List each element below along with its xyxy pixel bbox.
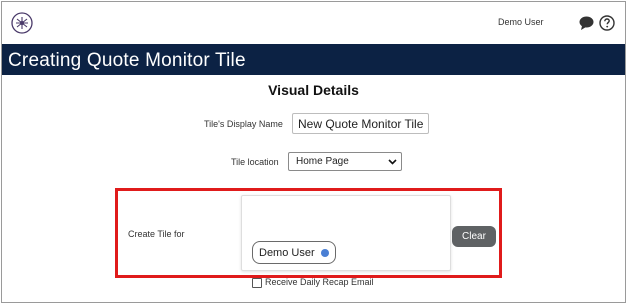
user-chip[interactable]: Demo User xyxy=(252,241,336,264)
app-logo-icon[interactable] xyxy=(11,12,33,34)
display-name-label: Tile's Display Name xyxy=(204,119,283,129)
top-header: Demo User xyxy=(2,2,625,44)
user-name[interactable]: Demo User xyxy=(498,17,544,27)
create-for-label: Create Tile for xyxy=(128,229,185,239)
location-label: Tile location xyxy=(231,157,279,167)
display-name-input[interactable] xyxy=(292,113,429,134)
section-title: Visual Details xyxy=(268,82,359,98)
chevron-down-icon xyxy=(388,159,397,165)
remove-chip-icon[interactable] xyxy=(320,248,329,257)
location-select[interactable]: Home Page xyxy=(288,152,402,171)
user-chip-label: Demo User xyxy=(259,246,315,259)
clear-button[interactable]: Clear xyxy=(452,226,496,247)
chat-bubble-icon[interactable] xyxy=(579,16,594,30)
page-title: Creating Quote Monitor Tile xyxy=(8,50,246,71)
recap-checkbox[interactable] xyxy=(252,278,262,288)
title-bar: Creating Quote Monitor Tile xyxy=(2,44,625,75)
help-icon[interactable] xyxy=(599,15,615,31)
recap-label: Receive Daily Recap Email xyxy=(265,277,374,287)
user-picker[interactable]: Demo User xyxy=(241,195,451,271)
location-select-value: Home Page xyxy=(296,156,349,167)
app-window: Demo User Creating Quote Monitor Tile Vi… xyxy=(1,1,626,303)
